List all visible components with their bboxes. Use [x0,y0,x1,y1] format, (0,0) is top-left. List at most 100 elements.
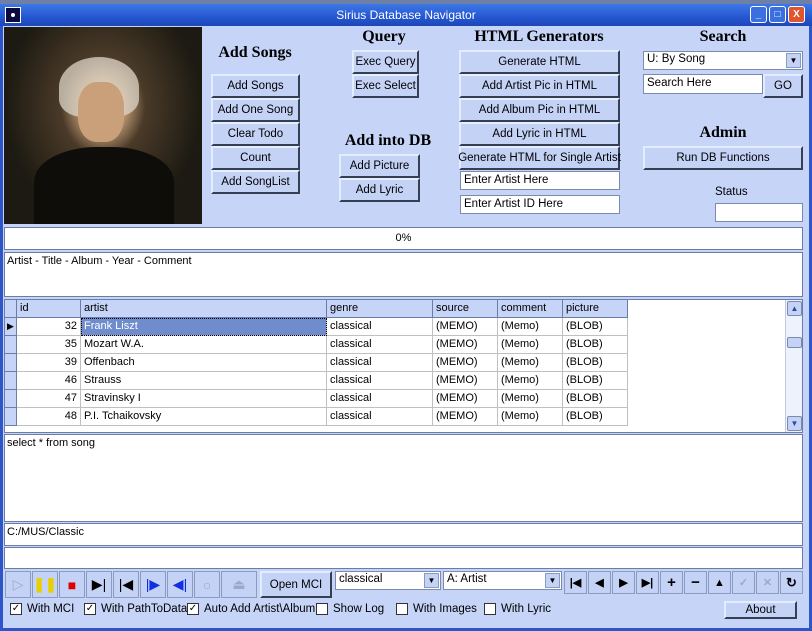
add-artist-pic-button[interactable]: Add Artist Pic in HTML [459,74,620,98]
checkbox-box[interactable]: ✓ [187,603,199,615]
checkbox-auto-add-artist-album[interactable]: ✓ Auto Add Artist\Album [187,603,315,615]
minimize-button[interactable]: _ [750,6,767,23]
grid-cell-picture[interactable]: (BLOB) [563,372,628,390]
grid-cell-source[interactable]: (MEMO) [433,390,498,408]
grid-cell-comment[interactable]: (Memo) [498,390,563,408]
grid-cell-id[interactable]: 47 [17,390,81,408]
chevron-down-icon[interactable]: ▼ [545,573,560,588]
pause-icon[interactable]: ❚❚ [32,571,58,598]
grid-cell-id[interactable]: 46 [17,372,81,390]
artist-id-input[interactable]: Enter Artist ID Here [460,195,620,214]
genre-select[interactable]: classical ▼ [335,571,441,590]
chevron-down-icon[interactable]: ▼ [424,573,439,588]
sort-select[interactable]: A: Artist ▼ [443,571,562,590]
next-icon[interactable]: ▶| [86,571,112,598]
open-mci-button[interactable]: Open MCI [260,571,332,598]
generate-single-artist-button[interactable]: Generate HTML for Single Artist [458,146,621,170]
checkbox-box[interactable] [396,603,408,615]
path-field[interactable]: C:/MUS/Classic [4,523,803,546]
scroll-up-icon[interactable]: ▲ [787,301,802,316]
refresh-icon[interactable]: ↻ [780,571,803,594]
column-header-comment[interactable]: comment [498,300,563,318]
post-record-icon[interactable]: ✓ [732,571,755,594]
grid-cell-genre[interactable]: classical [327,354,433,372]
checkbox-box[interactable] [484,603,496,615]
search-mode-select[interactable]: U: By Song ▼ [643,51,803,70]
clear-todo-button[interactable]: Clear Todo [211,122,300,146]
about-button[interactable]: About [724,601,797,619]
cancel-record-icon[interactable]: ✕ [756,571,779,594]
add-lyric-button[interactable]: Add Lyric [339,178,420,202]
go-button[interactable]: GO [763,74,803,98]
grid-cell-comment[interactable]: (Memo) [498,354,563,372]
run-db-functions-button[interactable]: Run DB Functions [643,146,803,170]
grid-cell-picture[interactable]: (BLOB) [563,390,628,408]
sql-memo[interactable]: select * from song [4,434,803,522]
scroll-thumb[interactable] [787,337,802,348]
grid-cell-picture[interactable]: (BLOB) [563,318,628,336]
grid-cell-id[interactable]: 48 [17,408,81,426]
checkbox-with-pathtodata[interactable]: ✓ With PathToData [84,603,187,615]
eject-icon[interactable]: ⏏ [221,571,257,598]
grid-cell-source[interactable]: (MEMO) [433,336,498,354]
row-indicator[interactable]: ▶ [5,318,17,336]
play-icon[interactable]: ▷ [5,571,31,598]
row-indicator[interactable] [5,408,17,426]
grid-cell-genre[interactable]: classical [327,318,433,336]
row-indicator[interactable] [5,354,17,372]
add-lyric-html-button[interactable]: Add Lyric in HTML [459,122,620,146]
checkbox-box[interactable]: ✓ [84,603,96,615]
checkbox-box[interactable]: ✓ [10,603,22,615]
record-icon[interactable]: ○ [194,571,220,598]
grid-cell-artist[interactable]: P.I. Tchaikovsky [81,408,327,426]
maximize-button[interactable]: □ [769,6,786,23]
grid-cell-genre[interactable]: classical [327,372,433,390]
checkbox-show-log[interactable]: Show Log [316,603,384,615]
stop-icon[interactable]: ■ [59,571,85,598]
count-button[interactable]: Count [211,146,300,170]
exec-query-button[interactable]: Exec Query [352,50,419,74]
checkbox-with-lyric[interactable]: With Lyric [484,603,551,615]
row-indicator[interactable] [5,372,17,390]
grid-cell-genre[interactable]: classical [327,408,433,426]
grid-cell-artist[interactable]: Strauss [81,372,327,390]
step-back-icon[interactable]: ◀| [167,571,193,598]
grid-cell-picture[interactable]: (BLOB) [563,336,628,354]
insert-record-icon[interactable]: + [660,571,683,594]
scroll-down-icon[interactable]: ▼ [787,416,802,431]
column-header-id[interactable]: id [17,300,81,318]
add-picture-button[interactable]: Add Picture [339,154,420,178]
grid-cell-artist[interactable]: Offenbach [81,354,327,372]
checkbox-box[interactable] [316,603,328,615]
grid-cell-picture[interactable]: (BLOB) [563,408,628,426]
grid-cell-comment[interactable]: (Memo) [498,408,563,426]
generate-html-button[interactable]: Generate HTML [459,50,620,74]
chevron-down-icon[interactable]: ▼ [786,53,801,68]
grid-cell-source[interactable]: (MEMO) [433,318,498,336]
grid-cell-id[interactable]: 39 [17,354,81,372]
grid-cell-artist[interactable]: Mozart W.A. [81,336,327,354]
extra-field[interactable] [4,547,803,569]
search-input[interactable]: Search Here [643,74,763,94]
add-songs-button[interactable]: Add Songs [211,74,300,98]
checkbox-with-images[interactable]: With Images [396,603,477,615]
grid-cell-source[interactable]: (MEMO) [433,354,498,372]
grid-cell-genre[interactable]: classical [327,336,433,354]
grid-cell-comment[interactable]: (Memo) [498,336,563,354]
grid-cell-genre[interactable]: classical [327,390,433,408]
add-one-song-button[interactable]: Add One Song [211,98,300,122]
grid-cell-comment[interactable]: (Memo) [498,318,563,336]
close-button[interactable]: X [788,6,805,23]
delete-record-icon[interactable]: − [684,571,707,594]
column-header-genre[interactable]: genre [327,300,433,318]
step-forward-icon[interactable]: |▶ [140,571,166,598]
checkbox-with-mci[interactable]: ✓ With MCI [10,603,74,615]
first-record-icon[interactable]: |◀ [564,571,587,594]
grid-scrollbar[interactable]: ▲ ▼ [785,300,802,432]
column-header-picture[interactable]: picture [563,300,628,318]
exec-select-button[interactable]: Exec Select [352,74,419,98]
column-header-source[interactable]: source [433,300,498,318]
add-songlist-button[interactable]: Add SongList [211,170,300,194]
artist-input[interactable]: Enter Artist Here [460,171,620,190]
app-icon[interactable] [5,7,21,23]
